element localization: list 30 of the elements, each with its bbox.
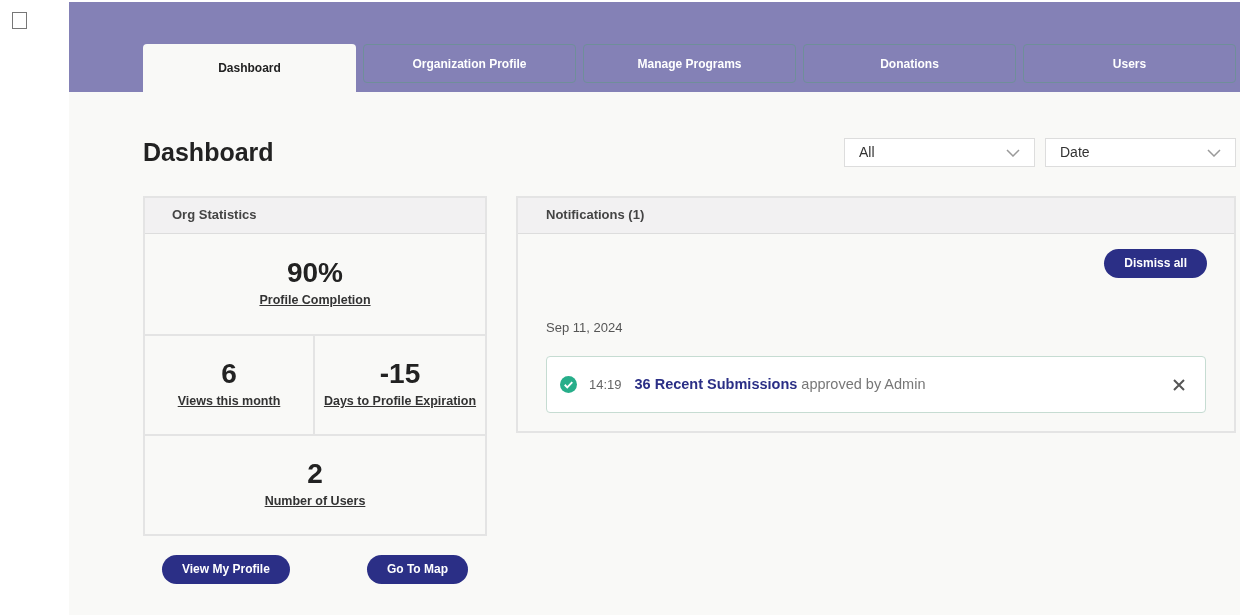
stat-value: 6 — [221, 358, 237, 391]
chevron-down-icon — [1207, 148, 1221, 157]
action-button[interactable]: View My Profile — [162, 554, 290, 584]
check-circle-icon — [560, 376, 577, 393]
stat-link[interactable]: Profile Completion — [259, 291, 371, 310]
nav-tab[interactable]: Organization Profile — [363, 44, 576, 83]
stat-link[interactable]: Views this month — [177, 392, 281, 411]
page-title: Dashboard — [143, 137, 275, 168]
notification-link[interactable]: 36 Recent Submissions — [634, 373, 798, 396]
checkbox[interactable] — [12, 12, 27, 29]
stat-value: 2 — [307, 458, 323, 491]
stat-link[interactable]: Days to Profile Expiration — [323, 392, 477, 411]
stat-value: 90% — [286, 257, 343, 290]
filter-dropdown[interactable]: All — [844, 138, 1035, 168]
close-icon[interactable] — [1173, 378, 1185, 391]
filter-dropdown[interactable]: Date — [1045, 138, 1236, 168]
notification-time: 14:19 — [589, 375, 622, 394]
notification-date: Sep 11, 2024 — [546, 318, 624, 337]
panel-title: Notifications (1) — [546, 206, 645, 225]
stat-link[interactable]: Number of Users — [264, 492, 366, 511]
panel-title: Org Statistics — [172, 206, 257, 225]
nav-tab[interactable]: Manage Programs — [583, 44, 796, 83]
nav-tab[interactable]: Donations — [803, 44, 1016, 83]
stat-value: -15 — [379, 358, 421, 391]
chevron-down-icon — [1006, 148, 1020, 157]
dismiss-all-button[interactable]: Dismiss all — [1104, 248, 1207, 278]
nav-tab[interactable]: Dashboard — [143, 44, 356, 92]
nav-tab[interactable]: Users — [1023, 44, 1236, 83]
notification-text: approved by Admin — [801, 374, 927, 394]
action-button[interactable]: Go To Map — [366, 554, 468, 584]
